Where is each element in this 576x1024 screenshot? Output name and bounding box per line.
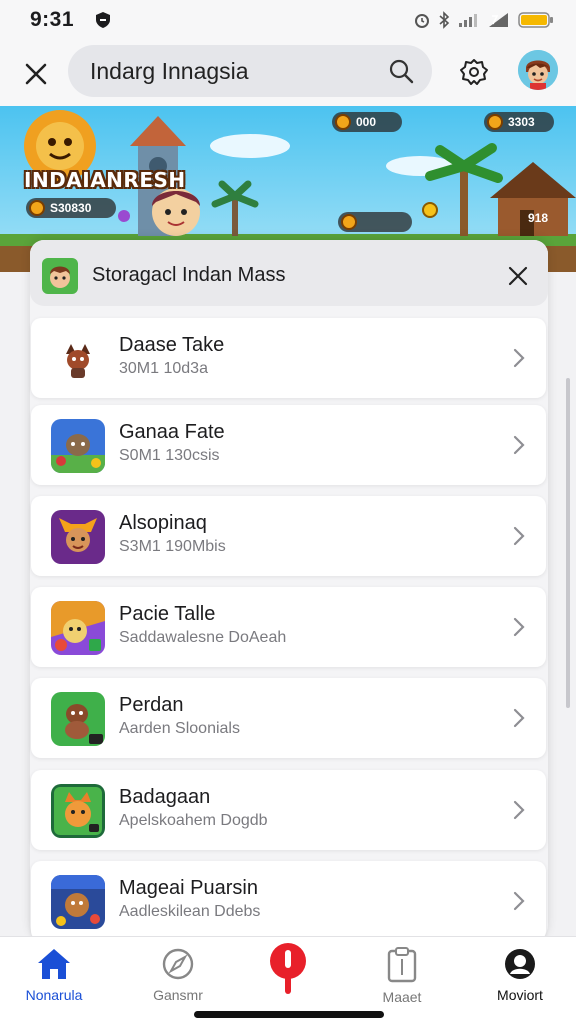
status-bar: 9:31 (0, 0, 576, 40)
chevron-right-icon (513, 435, 525, 455)
nav-profile[interactable]: Moviort (472, 947, 568, 1013)
list-item[interactable]: Alsopinaq S3M1 190Mbis (31, 496, 546, 576)
nav-profile-label: Moviort (497, 987, 543, 1003)
home-icon (38, 949, 70, 979)
game-title: Ganaa Fate (119, 421, 225, 443)
list-item[interactable]: Perdan Aarden Sloonials (31, 678, 546, 758)
chevron-right-icon (513, 526, 525, 546)
sheet-close-button[interactable] (502, 260, 534, 292)
game-icon (51, 419, 105, 473)
game-icon (51, 784, 105, 838)
nav-home[interactable]: Nonarula (6, 947, 102, 1013)
game-title: Daase Take (119, 334, 225, 356)
game-icon (51, 332, 105, 386)
game-subtitle: Aadleskilean Ddebs (119, 903, 261, 920)
search-icon[interactable] (388, 58, 414, 84)
status-time: 9:31 (30, 8, 75, 31)
signal-icon (459, 14, 477, 27)
game-subtitle: 30M1 10d3a (119, 360, 208, 377)
close-button[interactable] (20, 58, 52, 90)
game-icon (51, 601, 105, 655)
center-action-icon (270, 943, 306, 994)
banner-stat-bottom-mid (338, 212, 412, 232)
coin-icon (29, 200, 45, 216)
game-title: Perdan (119, 694, 184, 716)
game-subtitle: S3M1 190Mbis (119, 538, 226, 555)
coin-icon (487, 114, 503, 130)
banner-stat-top-mid: 000 (332, 112, 402, 132)
coin-icon (341, 214, 357, 230)
nav-library[interactable]: Maaet (354, 947, 450, 1013)
search-header: Indarg Innagsia (0, 40, 576, 106)
avatar-character-icon (518, 50, 558, 90)
game-icon (51, 692, 105, 746)
bluetooth-icon (439, 11, 450, 29)
banner-stat-bottom-right: 918 (528, 211, 549, 225)
avatar[interactable] (518, 50, 558, 90)
settings-button[interactable] (454, 52, 494, 92)
list-item[interactable]: Badagaan Apelskoahem Dogdb (31, 770, 546, 850)
game-icon (51, 510, 105, 564)
sheet-title: Storagacl Indan Mass (92, 264, 286, 286)
shield-icon (96, 12, 111, 28)
chevron-right-icon (513, 891, 525, 911)
clipboard-icon (387, 947, 417, 983)
chevron-right-icon (513, 800, 525, 820)
coin-icon (335, 114, 351, 130)
game-title: Pacie Talle (119, 603, 216, 625)
sheet-app-icon (42, 258, 78, 294)
close-icon (25, 63, 47, 85)
chevron-right-icon (513, 348, 525, 368)
nav-library-label: Maaet (382, 989, 422, 1005)
game-icon (51, 875, 105, 929)
list-item[interactable]: Daase Take 30M1 10d3a (31, 318, 546, 398)
search-input[interactable]: Indarg Innagsia (90, 58, 388, 85)
list-item[interactable]: Pacie Talle Saddawalesne DoAeah (31, 587, 546, 667)
wifi-signal-icon (489, 13, 508, 27)
search-bar[interactable]: Indarg Innagsia (68, 45, 432, 97)
game-subtitle: Aarden Sloonials (119, 720, 240, 737)
close-icon (508, 266, 528, 286)
home-indicator[interactable] (194, 1011, 384, 1018)
chevron-right-icon (513, 708, 525, 728)
game-subtitle: Saddawalesne DoAeah (119, 629, 287, 646)
battery-icon (518, 12, 553, 28)
banner-title: INDAIANRESH (24, 168, 186, 192)
game-title: Alsopinaq (119, 512, 207, 534)
banner-stat-top-right: 3303 (484, 112, 554, 132)
chevron-right-icon (513, 617, 525, 637)
banner-stat-left: S30830 (26, 198, 116, 218)
nav-home-label: Nonarula (25, 987, 83, 1003)
game-title: Mageai Puarsin (119, 877, 258, 899)
scrollbar[interactable] (566, 378, 570, 708)
alarm-icon (415, 14, 429, 28)
compass-icon (162, 948, 194, 980)
nav-center-action[interactable] (240, 941, 336, 1007)
profile-icon (505, 949, 535, 979)
game-subtitle: S0M1 130csis (119, 447, 220, 464)
gear-icon (460, 59, 488, 85)
list-item[interactable]: Mageai Puarsin Aadleskilean Ddebs (31, 861, 546, 941)
nav-games-label: Gansmr (153, 987, 203, 1003)
nav-games[interactable]: Gansmr (130, 947, 226, 1013)
list-item[interactable]: Ganaa Fate S0M1 130csis (31, 405, 546, 485)
game-title: Badagaan (119, 786, 211, 808)
game-subtitle: Apelskoahem Dogdb (119, 812, 268, 829)
sheet-header: Storagacl Indan Mass (30, 240, 548, 306)
